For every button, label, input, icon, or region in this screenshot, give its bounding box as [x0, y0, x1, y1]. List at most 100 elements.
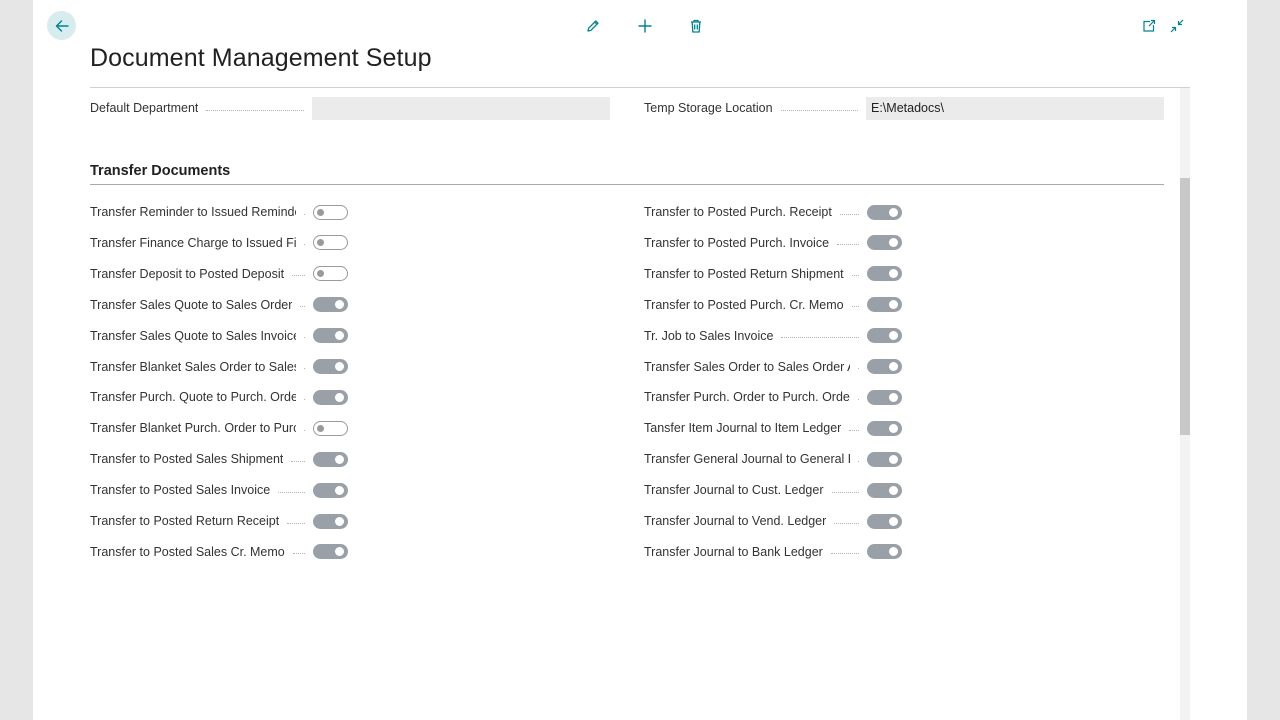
back-button[interactable] — [47, 11, 76, 40]
dot-leader — [837, 244, 859, 246]
dot-leader — [858, 398, 859, 400]
toggle-knob — [889, 331, 898, 341]
dot-leader — [304, 429, 305, 431]
dot-leader — [304, 398, 305, 400]
toggle-knob — [889, 454, 898, 464]
toggle-row: Transfer to Posted Return Shipment — [644, 262, 902, 286]
toggle-label: Transfer Finance Charge to Issued Fin... — [90, 235, 296, 250]
toggle-label: Transfer Sales Order to Sales Order Ar..… — [644, 359, 850, 374]
toggle-label: Transfer Journal to Vend. Ledger — [644, 514, 827, 528]
dot-leader — [851, 306, 859, 308]
toggle-knob — [335, 331, 344, 341]
toggle-switch[interactable] — [867, 297, 902, 313]
field-label: Default Department — [90, 101, 199, 115]
toggle-row: Transfer Blanket Purch. Order to Purch..… — [90, 416, 348, 440]
dot-leader — [830, 553, 859, 555]
toggle-label: Transfer Journal to Cust. Ledger — [644, 483, 824, 498]
collapse-button[interactable] — [1165, 14, 1189, 38]
default-department-input[interactable] — [312, 96, 610, 120]
toggle-knob — [889, 269, 898, 279]
dot-leader — [292, 553, 305, 555]
toggle-row: Tr. Job to Sales Invoice — [644, 324, 902, 348]
toggle-knob — [889, 207, 898, 217]
toggle-switch[interactable] — [867, 266, 902, 282]
scrollbar-thumb[interactable] — [1180, 178, 1190, 435]
toggle-switch[interactable] — [313, 297, 348, 313]
toggle-knob — [335, 454, 344, 464]
toggle-row: Tansfer Item Journal to Item Ledger — [644, 416, 902, 440]
toggle-switch[interactable] — [867, 513, 902, 529]
toggle-switch[interactable] — [867, 420, 902, 436]
toggle-switch[interactable] — [313, 420, 348, 436]
open-in-new-window-button[interactable] — [1137, 14, 1161, 38]
toggle-switch[interactable] — [313, 204, 348, 220]
toggle-knob — [335, 392, 344, 402]
toggle-switch[interactable] — [867, 235, 902, 251]
dot-leader — [781, 337, 859, 339]
dot-leader — [291, 460, 305, 462]
toggle-label: Transfer to Posted Return Shipment — [644, 266, 844, 281]
toggle-label: Transfer to Posted Return Receipt — [90, 514, 280, 528]
toggle-label: Transfer Sales Quote to Sales Order — [90, 297, 293, 312]
toggle-switch[interactable] — [867, 359, 902, 374]
toggle-row: Transfer to Posted Purch. Cr. Memo — [644, 293, 902, 317]
toggle-label: Transfer to Posted Purch. Invoice — [644, 235, 830, 250]
temp-storage-location-input[interactable] — [866, 96, 1164, 120]
dot-leader — [278, 491, 305, 493]
toggle-switch[interactable] — [313, 513, 348, 529]
default-department-row: Default Department — [90, 96, 610, 120]
toggle-knob — [889, 300, 898, 310]
toggle-knob — [889, 547, 898, 557]
toggle-row: Transfer to Posted Sales Invoice — [90, 478, 348, 502]
toggle-label: Transfer General Journal to General Le..… — [644, 452, 850, 467]
edit-button[interactable] — [581, 14, 605, 38]
toggle-switch[interactable] — [313, 359, 348, 374]
toggle-row: Transfer to Posted Purch. Invoice — [644, 231, 902, 255]
section-divider — [90, 184, 1164, 185]
dot-leader — [849, 429, 859, 431]
toggle-row: Transfer Sales Order to Sales Order Ar..… — [644, 355, 902, 379]
toggle-switch[interactable] — [867, 204, 902, 220]
open-in-new-window-icon — [1143, 19, 1156, 32]
toggle-knob — [335, 362, 344, 371]
toggle-row: Transfer Finance Charge to Issued Fin... — [90, 231, 348, 255]
toggle-label: Transfer Deposit to Posted Deposit — [90, 266, 285, 281]
toggle-switch[interactable] — [867, 482, 902, 498]
toggle-label: Tansfer Item Journal to Item Ledger — [644, 421, 842, 436]
page-title: Document Management Setup — [90, 44, 432, 72]
dot-leader — [304, 337, 305, 339]
toggle-knob — [317, 239, 324, 247]
toggle-row: Transfer Sales Quote to Sales Order — [90, 293, 348, 317]
toggle-switch[interactable] — [867, 451, 902, 467]
toggle-switch[interactable] — [313, 266, 348, 282]
toggle-knob — [317, 424, 324, 432]
toggle-switch[interactable] — [313, 451, 348, 467]
dot-leader — [304, 213, 305, 215]
dot-leader — [851, 275, 859, 277]
toggle-row: Transfer Journal to Vend. Ledger — [644, 509, 902, 533]
toggle-knob — [335, 547, 344, 557]
toggle-row: Transfer Deposit to Posted Deposit — [90, 262, 348, 286]
toggle-row: Transfer to Posted Sales Shipment — [90, 447, 348, 471]
plus-icon — [638, 19, 652, 33]
dot-leader — [831, 491, 859, 493]
toggle-knob — [889, 392, 898, 402]
toggle-switch[interactable] — [867, 544, 902, 560]
dot-leader — [304, 244, 305, 246]
toggle-switch[interactable] — [867, 328, 902, 344]
toggle-label: Transfer to Posted Sales Shipment — [90, 452, 284, 467]
delete-button[interactable] — [684, 14, 708, 38]
toggle-switch[interactable] — [313, 389, 348, 405]
toggle-switch[interactable] — [867, 389, 902, 405]
new-button[interactable] — [633, 14, 657, 38]
toggle-switch[interactable] — [313, 482, 348, 498]
toggle-switch[interactable] — [313, 328, 348, 344]
toggle-label: Transfer to Posted Sales Invoice — [90, 483, 271, 498]
toggle-label: Transfer to Posted Sales Cr. Memo — [90, 544, 285, 559]
section-title[interactable]: Transfer Documents — [90, 163, 230, 179]
dot-leader — [287, 522, 305, 524]
toggle-switch[interactable] — [313, 235, 348, 251]
toggle-row: Transfer to Posted Sales Cr. Memo — [90, 540, 348, 564]
toggle-switch[interactable] — [313, 544, 348, 560]
toggle-knob — [889, 362, 898, 371]
